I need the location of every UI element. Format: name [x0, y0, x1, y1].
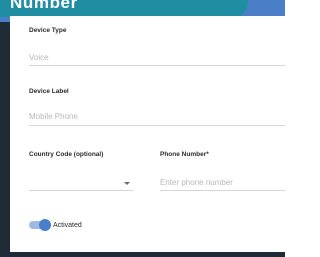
country-code-select[interactable] [29, 178, 133, 188]
phone-number-label: Phone Number* [160, 151, 209, 158]
phone-number-input[interactable]: Enter phone number [160, 178, 233, 187]
device-label-label: Device Label [29, 88, 69, 95]
phone-number-underline [160, 190, 285, 191]
device-type-underline [29, 65, 285, 66]
toggle-knob[interactable] [39, 219, 51, 231]
activated-toggle[interactable] [29, 219, 51, 231]
device-form: Device Type Voice Device Label Mobile Ph… [10, 16, 285, 252]
device-label-underline [29, 125, 285, 126]
device-label-input[interactable]: Mobile Phone [29, 112, 78, 121]
country-code-underline [29, 190, 133, 191]
activated-label: Activated [53, 222, 82, 229]
banner-title: Number [10, 0, 78, 12]
title-banner: Number [0, 0, 248, 17]
country-code-label: Country Code (optional) [29, 151, 104, 158]
device-type-value[interactable]: Voice [29, 53, 49, 62]
chevron-down-icon[interactable] [124, 182, 130, 185]
device-type-label: Device Type [29, 27, 67, 34]
